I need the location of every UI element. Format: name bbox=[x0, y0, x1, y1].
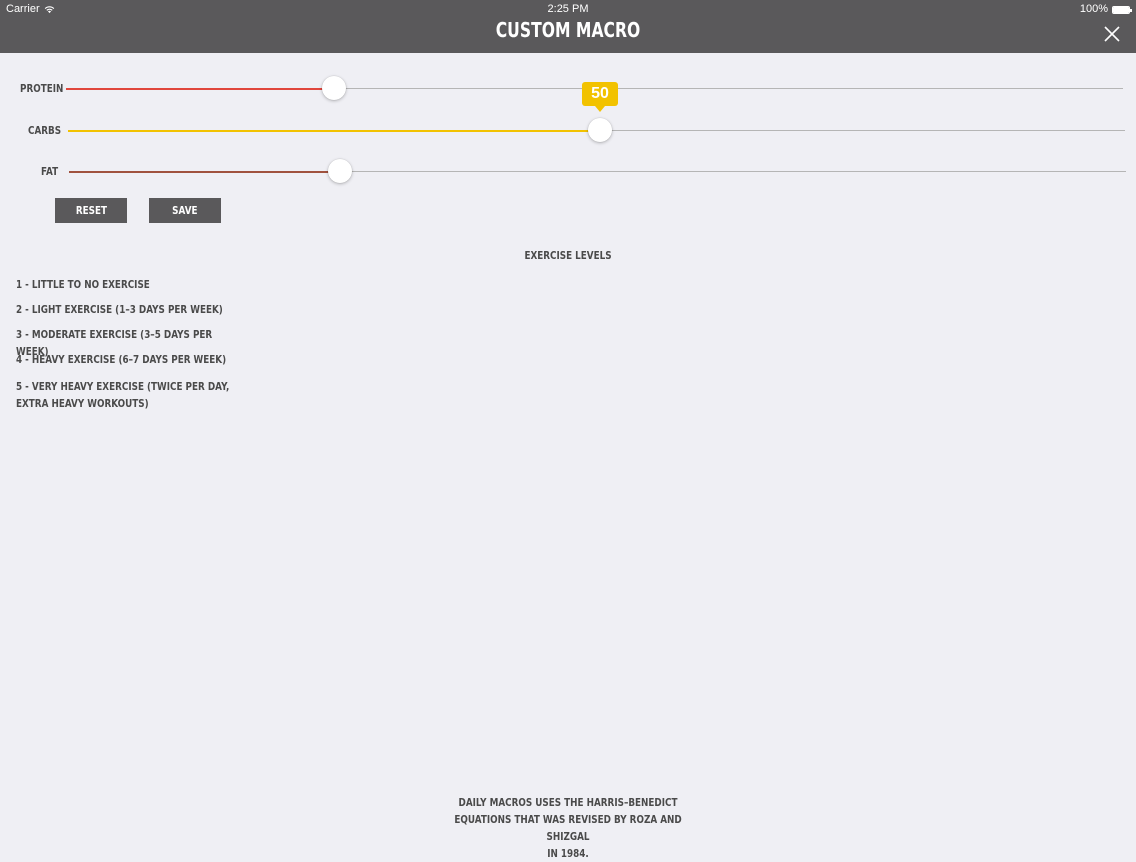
close-icon[interactable] bbox=[1102, 24, 1122, 44]
carbs-slider-fill bbox=[68, 130, 600, 132]
exercise-level-2: 2 - LIGHT EXERCISE (1–3 DAYS PER WEEK) bbox=[16, 303, 223, 316]
fat-slider[interactable] bbox=[69, 159, 1126, 183]
carbs-value-bubble: 50 bbox=[582, 82, 618, 112]
status-time: 2:25 PM bbox=[547, 3, 589, 15]
exercise-level-1: 1 - LITTLE TO NO EXERCISE bbox=[16, 278, 150, 291]
exercise-level-5: 5 - VERY HEAVY EXERCISE (TWICE PER DAY, … bbox=[16, 380, 230, 410]
battery-icon bbox=[1112, 5, 1132, 14]
protein-label: PROTEIN bbox=[20, 82, 64, 95]
footer-line-2: EQUATIONS THAT WAS REVISED BY ROZA AND S… bbox=[454, 813, 682, 843]
protein-slider-thumb[interactable] bbox=[322, 76, 346, 100]
fat-label: FAT bbox=[41, 165, 59, 178]
reset-button-label: RESET bbox=[75, 204, 107, 217]
exercise-levels-title: EXERCISE LEVELS bbox=[524, 249, 612, 262]
battery-percent: 100% bbox=[1079, 3, 1108, 15]
save-button-label: SAVE bbox=[172, 204, 198, 217]
carbs-slider[interactable]: 50 bbox=[68, 82, 1125, 142]
footer-line-3: IN 1984. bbox=[547, 847, 589, 860]
carbs-slider-thumb[interactable] bbox=[588, 118, 612, 142]
carbs-label: CARBS bbox=[28, 124, 62, 137]
reset-button[interactable]: RESET bbox=[55, 198, 127, 223]
protein-slider-fill bbox=[66, 88, 334, 90]
fat-slider-thumb[interactable] bbox=[328, 159, 352, 183]
save-button[interactable]: SAVE bbox=[149, 198, 221, 223]
status-battery: 100% bbox=[1079, 3, 1132, 16]
navigation-bar: Carrier 2:25 PM 100% CUSTOM MACRO bbox=[0, 0, 1136, 53]
fat-slider-fill bbox=[69, 171, 340, 173]
footer-line-1: DAILY MACROS USES THE HARRIS–BENEDICT bbox=[458, 796, 678, 809]
exercise-level-4: 4 - HEAVY EXERCISE (6–7 DAYS PER WEEK) bbox=[16, 353, 227, 366]
page-title: CUSTOM MACRO bbox=[495, 18, 641, 42]
